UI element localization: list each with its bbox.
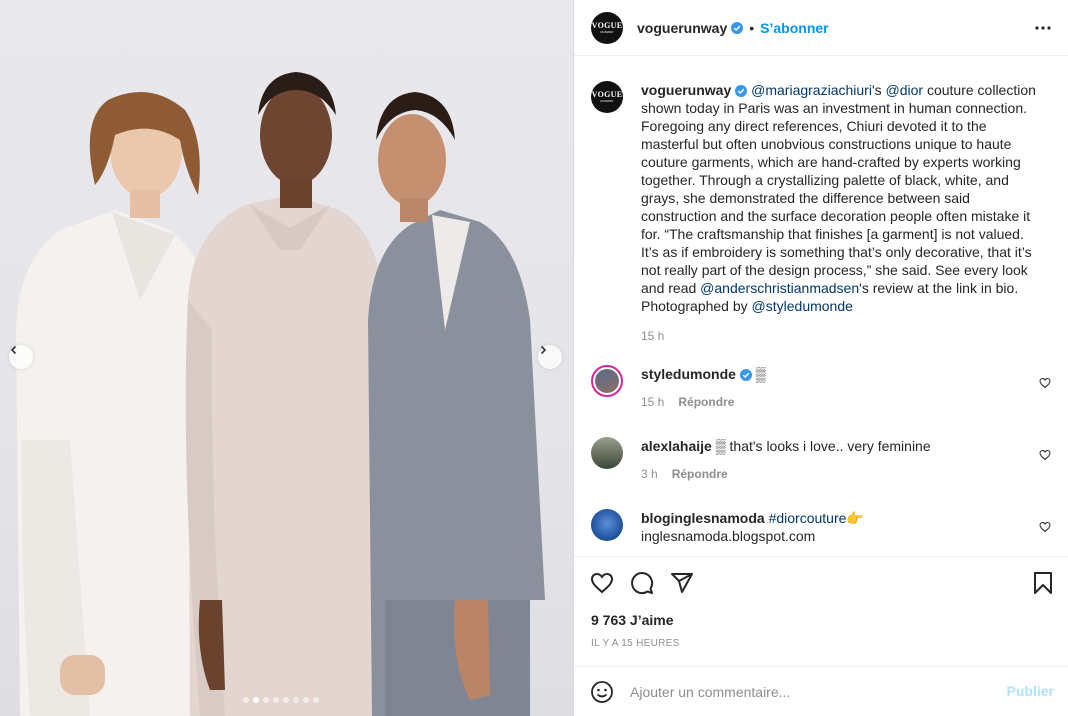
comment-text: ▒ <box>755 366 766 382</box>
header-username[interactable]: voguerunway <box>637 20 727 36</box>
avatar-photo <box>595 369 619 393</box>
heart-icon <box>590 572 614 594</box>
share-icon <box>671 573 693 593</box>
likes-count[interactable]: 9 763 J’aime <box>591 612 674 628</box>
publish-button[interactable]: Publier <box>1007 683 1054 699</box>
post-actions: 9 763 J’aime IL Y A 15 HEURES <box>574 556 1068 666</box>
comment-username[interactable]: bloginglesnamoda <box>641 510 765 526</box>
pointing-emoji: 👉 <box>846 510 864 526</box>
commenter-avatar[interactable] <box>591 365 623 397</box>
comment-time: 15 h <box>641 395 665 409</box>
more-horizontal-icon[interactable] <box>1034 20 1052 36</box>
post-caption: VOGUE RUNWAY voguerunway @mariagraziachi… <box>591 81 1051 343</box>
comment-text: ▒ that's looks i love.. very feminine <box>715 438 931 454</box>
verified-badge-icon <box>739 369 752 381</box>
carousel-dot <box>313 697 319 703</box>
reply-button[interactable]: Répondre <box>678 395 734 409</box>
reply-button[interactable]: Répondre <box>672 467 728 481</box>
avatar-logo-subtext: RUNWAY <box>600 29 614 34</box>
post-time: IL Y A 15 HEURES <box>591 638 680 649</box>
avatar-logo-text: VOGUE <box>591 90 623 99</box>
carousel-dot <box>263 697 269 703</box>
post-viewer: VOGUE RUNWAY voguerunway • S’abonner VOG… <box>0 0 1068 716</box>
comment-username[interactable]: styledumonde <box>641 366 736 382</box>
models-illustration <box>16 72 545 716</box>
caption-text: couture collection shown today in Paris … <box>641 82 1036 296</box>
commenter-avatar[interactable] <box>591 509 623 541</box>
comment-item: styledumonde ▒ 15 h Répondre <box>591 365 1051 409</box>
caption-text: 's <box>871 82 886 98</box>
carousel-dot <box>303 697 309 703</box>
comment-like-icon[interactable] <box>1039 521 1051 533</box>
mention-link[interactable]: @anderschristianmadsen <box>700 280 859 296</box>
verified-badge-icon <box>731 21 744 34</box>
comment-item: alexlahaije ▒ that's looks i love.. very… <box>591 437 1051 481</box>
post-header: VOGUE RUNWAY voguerunway • S’abonner <box>574 0 1068 56</box>
commenter-avatar[interactable] <box>591 437 623 469</box>
account-avatar[interactable]: VOGUE RUNWAY <box>591 11 623 44</box>
carousel-prev-button[interactable] <box>9 345 33 369</box>
share-button[interactable] <box>670 571 694 598</box>
carousel-dot <box>243 697 249 703</box>
comments-list[interactable]: VOGUE RUNWAY voguerunway @mariagraziachi… <box>574 57 1068 556</box>
caption-time: 15 h <box>641 329 665 343</box>
comment-username[interactable]: alexlahaije <box>641 438 712 454</box>
chevron-left-icon <box>10 345 17 355</box>
comment-button[interactable] <box>630 571 654 598</box>
carousel-next-button[interactable] <box>538 345 562 369</box>
post-side-panel: VOGUE RUNWAY voguerunway • S’abonner VOG… <box>573 0 1068 716</box>
comment-time: 3 h <box>641 467 658 481</box>
add-comment-bar: Publier <box>574 666 1068 716</box>
chevron-right-icon <box>540 345 547 355</box>
comment-text: inglesnamoda.blogspot.com <box>641 528 816 544</box>
mention-link[interactable]: @styledumonde <box>752 298 853 314</box>
carousel-indicator <box>243 697 319 703</box>
avatar-logo-subtext: RUNWAY <box>600 99 614 103</box>
carousel-dot <box>283 697 289 703</box>
comment-item: bloginglesnamoda #diorcouture👉 inglesnam… <box>591 509 1051 545</box>
comment-like-icon[interactable] <box>1039 449 1051 461</box>
carousel-dot-active <box>253 697 259 703</box>
hashtag-link[interactable]: #diorcouture <box>769 510 847 526</box>
post-photo[interactable] <box>0 0 573 716</box>
mention-link[interactable]: @mariagraziachiuri <box>751 82 872 98</box>
separator-bullet: • <box>749 19 755 36</box>
smiley-icon[interactable] <box>590 680 614 704</box>
bookmark-icon <box>1034 572 1052 594</box>
like-button[interactable] <box>590 571 614 598</box>
comment-icon <box>631 572 654 595</box>
mention-link[interactable]: @dior <box>886 82 924 98</box>
save-button[interactable] <box>1032 571 1054 598</box>
caption-username[interactable]: voguerunway <box>641 82 731 98</box>
verified-badge-icon <box>735 85 748 97</box>
avatar-logo-text: VOGUE <box>591 20 623 30</box>
carousel-dot <box>273 697 279 703</box>
follow-button[interactable]: S’abonner <box>760 20 828 36</box>
caption-avatar[interactable]: VOGUE RUNWAY <box>591 81 623 113</box>
carousel-dot <box>293 697 299 703</box>
comment-input[interactable] <box>630 683 990 700</box>
comment-like-icon[interactable] <box>1039 377 1051 389</box>
